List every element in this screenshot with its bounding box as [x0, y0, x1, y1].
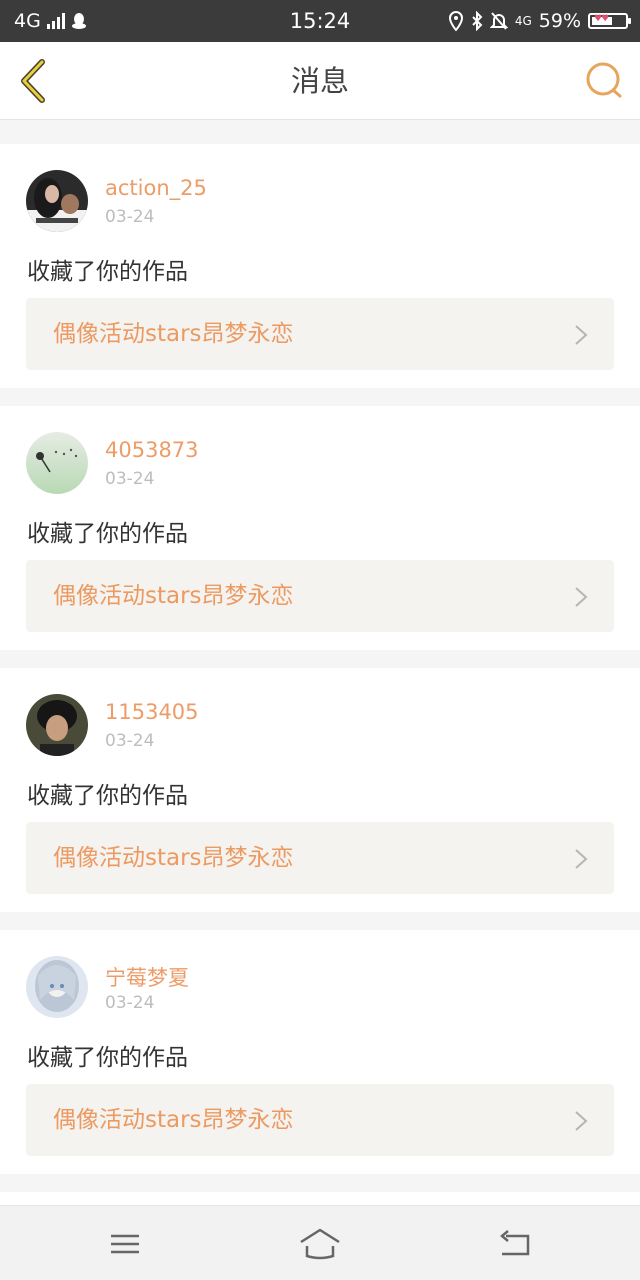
notification-date: 03-24 [105, 469, 155, 489]
work-link[interactable]: 偶像活动stars昂梦永恋 [26, 1084, 614, 1156]
work-title: 偶像活动stars昂梦永恋 [53, 321, 294, 347]
network-small-label: 4G [514, 14, 532, 28]
bluetooth-icon [472, 11, 483, 31]
chevron-right-icon [575, 849, 588, 869]
notification-item: 4053873 03-24 收藏了你的作品 偶像活动stars昂梦永恋 [0, 406, 640, 650]
system-nav-bar [0, 1205, 640, 1280]
username[interactable]: 4053873 [105, 438, 199, 462]
chevron-right-icon [575, 325, 588, 345]
avatar[interactable] [26, 694, 88, 756]
chevron-right-icon [575, 1111, 588, 1131]
notification-action: 收藏了你的作品 [27, 259, 188, 285]
notification-date: 03-24 [105, 207, 155, 227]
search-icon[interactable] [584, 60, 624, 100]
status-bar: 4G 15:24 4G 59% ♥♥ [0, 0, 640, 42]
battery-percent: 59% [538, 10, 581, 32]
notification-action: 收藏了你的作品 [27, 1045, 188, 1071]
notification-date: 03-24 [105, 993, 155, 1013]
notification-action: 收藏了你的作品 [27, 783, 188, 809]
work-title: 偶像活动stars昂梦永恋 [53, 583, 294, 609]
notification-item: 宁莓梦夏 03-24 收藏了你的作品 偶像活动stars昂梦永恋 [0, 930, 640, 1174]
username[interactable]: action_25 [105, 176, 207, 200]
avatar[interactable] [26, 170, 88, 232]
home-icon[interactable] [298, 1224, 342, 1264]
bell-off-icon [489, 12, 508, 30]
page-title: 消息 [290, 64, 349, 98]
avatar[interactable] [26, 432, 88, 494]
notification-action: 收藏了你的作品 [27, 521, 188, 547]
notification-date: 03-24 [105, 731, 155, 751]
username[interactable]: 宁莓梦夏 [105, 962, 189, 992]
work-link[interactable]: 偶像活动stars昂梦永恋 [26, 560, 614, 632]
work-link[interactable]: 偶像活动stars昂梦永恋 [26, 298, 614, 370]
username[interactable]: 1153405 [105, 700, 199, 724]
chevron-right-icon [575, 587, 588, 607]
avatar[interactable] [26, 956, 88, 1018]
notification-item: action_25 03-24 收藏了你的作品 偶像活动stars昂梦永恋 [0, 144, 640, 388]
header: 消息 [0, 42, 640, 120]
work-link[interactable]: 偶像活动stars昂梦永恋 [26, 822, 614, 894]
work-title: 偶像活动stars昂梦永恋 [53, 1107, 294, 1133]
back-icon[interactable] [496, 1224, 536, 1264]
battery-icon: ♥♥ [588, 13, 631, 29]
work-title: 偶像活动stars昂梦永恋 [53, 845, 294, 871]
location-icon [448, 11, 463, 31]
menu-icon[interactable] [105, 1224, 145, 1264]
notification-item: 1153405 03-24 收藏了你的作品 偶像活动stars昂梦永恋 [0, 668, 640, 912]
